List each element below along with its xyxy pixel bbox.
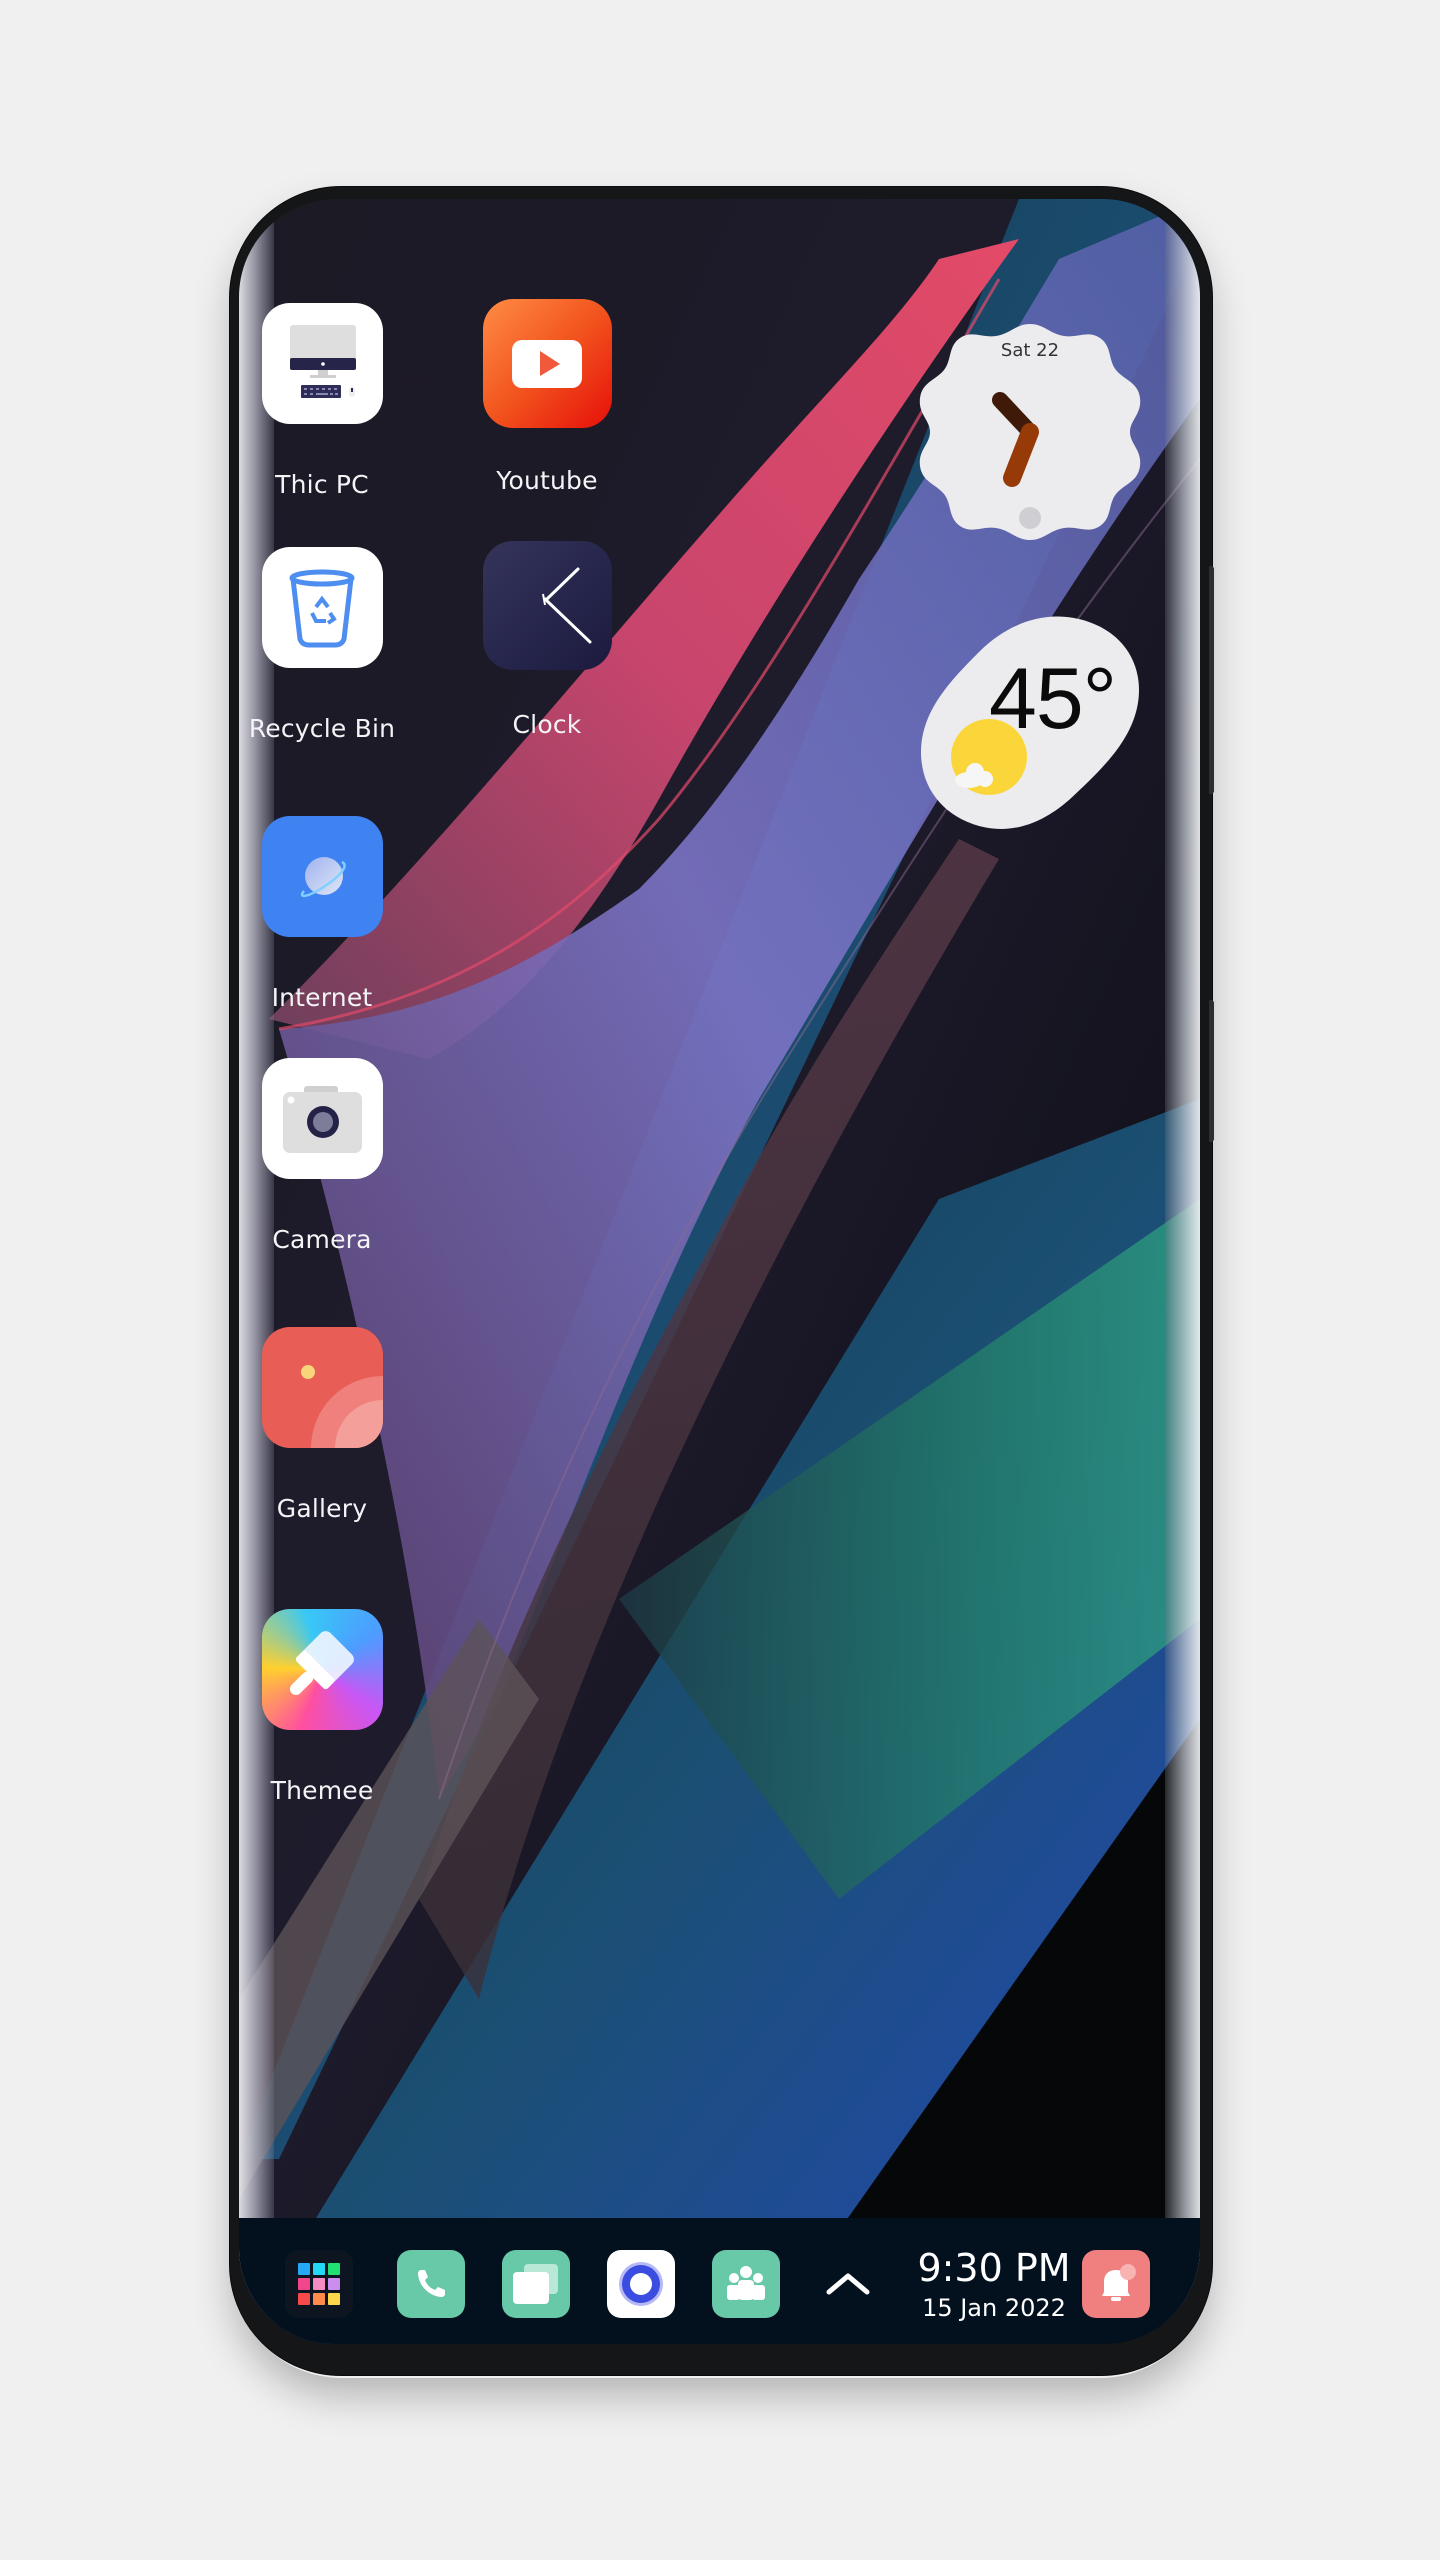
camera-icon [261,1058,383,1179]
phone-button[interactable] [397,2250,465,2318]
multitask-button[interactable] [502,2250,570,2318]
contacts-button[interactable] [712,2250,780,2318]
power-button [1209,1000,1214,1142]
recycle-bin-icon [261,547,383,668]
sun-cloud-icon [951,719,1027,795]
bell-icon [1102,2264,1136,2301]
app-clock[interactable]: Clock [467,541,627,739]
app-grid-icon [298,2263,340,2305]
circle-icon [619,2262,663,2306]
youtube-icon [482,299,612,428]
expand-tray-button[interactable] [823,2262,873,2302]
app-gallery[interactable]: Gallery [242,1327,402,1523]
app-label: Internet [271,983,373,1012]
phone-icon [418,2270,445,2297]
taskbar-date[interactable]: 15 Jan 2022 [909,2294,1079,2322]
phone-screen: Thic PC Youtube Recycle Bin Clock Intern… [239,199,1200,2344]
weather-widget[interactable]: 45° [919,612,1145,836]
home-button[interactable] [607,2250,675,2318]
clock-widget[interactable]: Sat 22 [918,320,1142,544]
app-label: Gallery [276,1494,368,1523]
app-thic-pc[interactable]: Thic PC [242,303,402,499]
windows-icon [513,2264,558,2304]
app-label: Youtube [496,466,598,495]
app-label: Camera [272,1225,372,1254]
computer-icon [261,303,383,424]
app-drawer-button[interactable] [285,2250,353,2318]
curved-edge-right [1165,199,1200,2344]
paintbrush-icon [261,1609,383,1730]
app-label: Themee [270,1776,374,1805]
app-recycle-bin[interactable]: Recycle Bin [242,547,402,743]
gallery-icon [261,1327,383,1448]
volume-button [1209,566,1214,794]
planet-icon [261,816,383,937]
notification-button[interactable] [1082,2250,1150,2318]
app-camera[interactable]: Camera [242,1058,402,1254]
app-themee[interactable]: Themee [242,1609,402,1805]
taskbar: 9:30 PM 15 Jan 2022 [239,2218,1200,2344]
clock-hands [992,392,1041,529]
curved-edge-left [239,199,274,2344]
app-label: Thic PC [275,470,369,499]
app-internet[interactable]: Internet [242,816,402,1012]
app-youtube[interactable]: Youtube [467,299,627,495]
people-icon [727,2266,765,2300]
clock-icon [482,541,612,670]
taskbar-time[interactable]: 9:30 PM [909,2246,1079,2290]
chevron-up-icon [826,2273,870,2295]
app-label: Clock [512,710,582,739]
app-label: Recycle Bin [248,714,396,743]
